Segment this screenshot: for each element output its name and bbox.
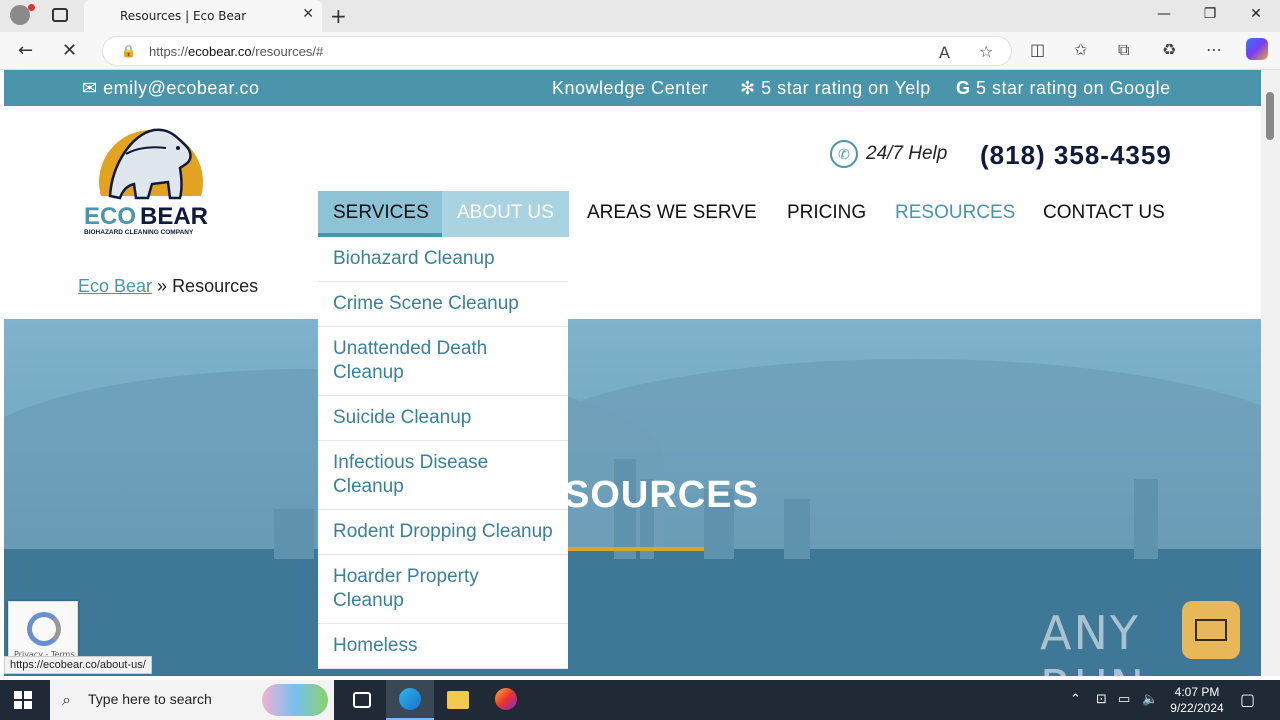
taskbar-search-box[interactable]: ⌕ Type here to search (50, 680, 334, 720)
hero-building (1134, 479, 1158, 559)
windows-start-icon[interactable] (14, 691, 32, 709)
hero-building (274, 509, 314, 559)
dropdown-item-homeless[interactable]: Homeless (318, 624, 568, 669)
search-icon: ⌕ (62, 690, 71, 709)
more-menu-icon[interactable]: ⋯ (1206, 40, 1222, 59)
nav-areas-we-serve[interactable]: AREAS WE SERVE (572, 191, 772, 237)
taskbar-search-placeholder: Type here to search (88, 691, 212, 707)
help-label: 24/7 Help (866, 143, 948, 164)
top-contact-bar: ✉ emily@ecobear.co Knowledge Center ✻ 5 … (4, 70, 1261, 106)
ecobear-logo[interactable]: ECO BEAR BIOHAZARD CLEANING COMPANY (82, 124, 220, 238)
nav-services[interactable]: SERVICES (318, 191, 444, 237)
minimize-icon[interactable]: — (1144, 6, 1184, 22)
search-highlight-art (262, 684, 328, 716)
dropdown-item-biohazard[interactable]: Biohazard Cleanup (318, 237, 568, 282)
nav-about-us[interactable]: ABOUT US (442, 191, 569, 237)
edge-taskbar-icon[interactable] (386, 680, 434, 720)
firefox-taskbar-icon[interactable] (482, 680, 530, 720)
back-icon[interactable]: ← (18, 40, 33, 61)
services-dropdown: Biohazard Cleanup Crime Scene Cleanup Un… (318, 237, 568, 669)
address-bar[interactable]: 🔒 https://ecobear.co/resources/# A ☆ (102, 36, 1012, 66)
scrollbar-thumb[interactable] (1266, 92, 1274, 140)
file-explorer-icon[interactable] (434, 680, 482, 720)
dropdown-item-hoarder-property[interactable]: Hoarder Property Cleanup (318, 555, 568, 624)
recaptcha-badge[interactable]: Privacy - Terms (8, 601, 78, 661)
dropdown-item-infectious-disease[interactable]: Infectious Disease Cleanup (318, 441, 568, 510)
envelope-icon (1195, 619, 1227, 641)
volume-icon[interactable]: 🔈 (1142, 692, 1158, 707)
knowledge-center-link[interactable]: Knowledge Center (552, 78, 708, 99)
url-text: https://ecobear.co/resources/# (149, 44, 324, 59)
close-tab-icon[interactable]: ✕ (302, 6, 314, 22)
hero-title-underline (568, 547, 704, 551)
address-toolbar: ← ✕ 🔒 https://ecobear.co/resources/# A ☆… (0, 32, 1280, 70)
hero-title: SOURCES (564, 474, 759, 516)
favorites-icon[interactable]: ✩ (1074, 40, 1087, 59)
phone-number[interactable]: (818) 358-4359 (980, 140, 1172, 171)
yelp-icon: ✻ (740, 78, 756, 98)
page-viewport: ✉ emily@ecobear.co Knowledge Center ✻ 5 … (4, 70, 1261, 676)
page-scrollbar[interactable] (1261, 70, 1280, 676)
email-link[interactable]: ✉ emily@ecobear.co (82, 78, 259, 99)
lock-icon[interactable]: 🔒 (121, 44, 136, 58)
hero-building (784, 499, 810, 559)
browser-tab[interactable]: Resources | Eco Bear ✕ (84, 0, 322, 32)
restore-icon[interactable]: ❐ (1190, 6, 1230, 22)
logo-bear-text: BEAR (140, 203, 208, 230)
split-screen-icon[interactable]: ◫ (1030, 40, 1045, 59)
tray-device-icon[interactable]: ⊡ (1096, 692, 1107, 707)
breadcrumb-separator: » (152, 276, 173, 296)
notifications-icon[interactable]: ▢ (1240, 690, 1255, 709)
breadcrumb: Eco Bear » Resources (78, 276, 258, 297)
browser-tab-bar: Resources | Eco Bear ✕ + — ❐ ✕ (0, 0, 1280, 32)
breadcrumb-current: Resources (172, 276, 259, 296)
link-status-url: https://ecobear.co/about-us/ (4, 656, 152, 674)
phone-icon[interactable]: ✆ (830, 140, 858, 168)
tray-chevron-icon[interactable]: ⌃ (1070, 692, 1081, 707)
nav-contact-us[interactable]: CONTACT US (1028, 191, 1180, 237)
notification-dot (28, 4, 35, 11)
copilot-icon[interactable] (1246, 38, 1268, 60)
yelp-link[interactable]: ✻ 5 star rating on Yelp (740, 78, 931, 99)
windows-taskbar: ⌕ Type here to search ⌃ ⊡ ▭ 🔈 4:07 PM 9/… (0, 680, 1280, 720)
dropdown-item-rodent-dropping[interactable]: Rodent Dropping Cleanup (318, 510, 568, 555)
tab-actions-icon[interactable] (52, 8, 68, 22)
taskbar-clock[interactable]: 4:07 PM 9/22/2024 (1162, 684, 1232, 716)
nav-resources[interactable]: RESOURCES (880, 191, 1030, 237)
dropdown-item-crime-scene[interactable]: Crime Scene Cleanup (318, 282, 568, 327)
nav-pricing[interactable]: PRICING (772, 191, 881, 237)
network-icon[interactable]: ▭ (1118, 692, 1130, 707)
dropdown-item-unattended-death[interactable]: Unattended Death Cleanup (318, 327, 568, 396)
breadcrumb-home-link[interactable]: Eco Bear (78, 276, 152, 296)
collections-icon[interactable]: ⧉ (1118, 40, 1129, 60)
contact-mail-button[interactable] (1182, 601, 1240, 659)
google-icon: G (956, 78, 971, 98)
mail-icon: ✉ (82, 78, 98, 98)
read-aloud-icon[interactable]: A (939, 43, 950, 62)
extensions-icon[interactable]: ♻ (1162, 40, 1176, 59)
new-tab-icon[interactable]: + (330, 4, 347, 28)
close-window-icon[interactable]: ✕ (1236, 6, 1276, 22)
profile-icon[interactable] (10, 5, 30, 25)
recaptcha-icon (27, 612, 61, 646)
task-view-icon[interactable] (338, 680, 386, 720)
clock-time: 4:07 PM (1174, 685, 1220, 699)
clock-date: 9/22/2024 (1170, 701, 1224, 715)
tab-title: Resources | Eco Bear (120, 9, 247, 23)
google-link[interactable]: G 5 star rating on Google (956, 78, 1171, 99)
logo-tagline: BIOHAZARD CLEANING COMPANY (84, 229, 194, 236)
stop-loading-icon[interactable]: ✕ (62, 40, 77, 61)
favorite-star-icon[interactable]: ☆ (979, 42, 993, 61)
dropdown-item-suicide[interactable]: Suicide Cleanup (318, 396, 568, 441)
logo-eco-text: ECO (84, 203, 136, 230)
